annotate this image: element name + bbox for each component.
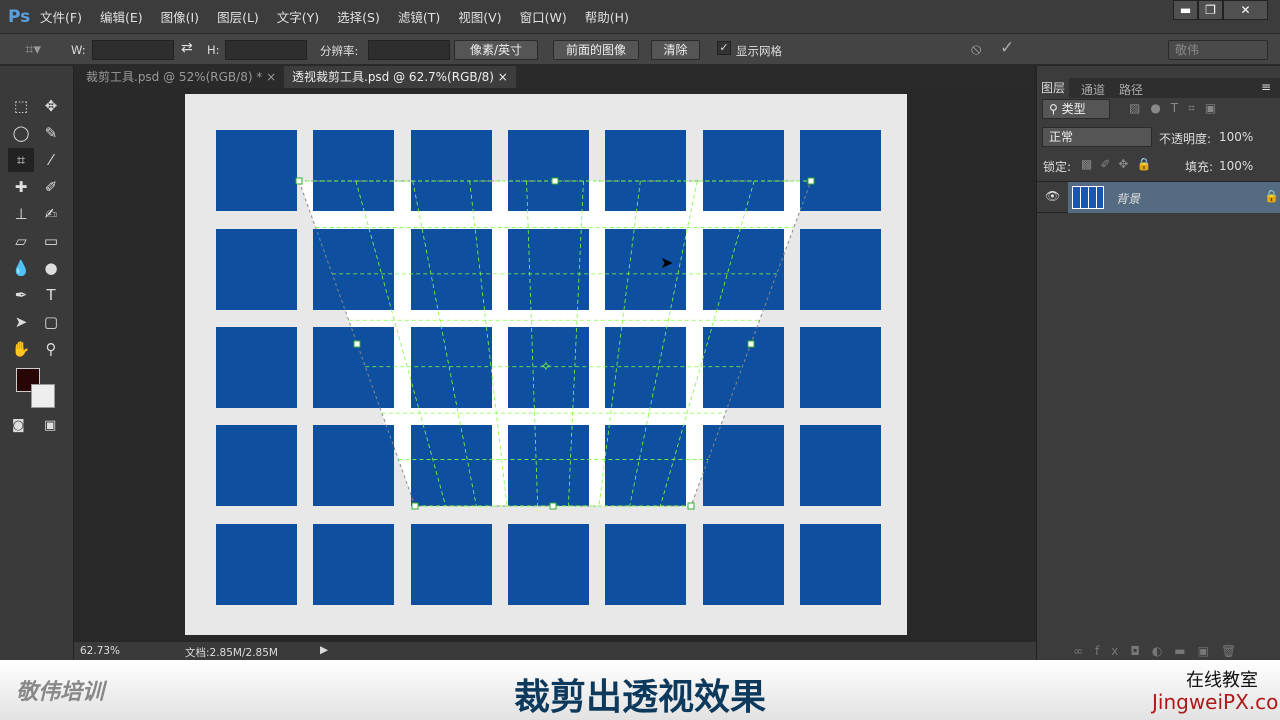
lock-icon: 🔒: [1264, 189, 1279, 203]
blue-tile: [411, 327, 492, 408]
blue-tile: [703, 327, 784, 408]
lock-label: 锁定:: [1043, 160, 1072, 174]
zoom-level[interactable]: 62.73%: [80, 645, 120, 657]
tab-paths[interactable]: 路径: [1119, 81, 1143, 98]
caption-title: 裁剪出透视效果: [513, 677, 766, 718]
filter-icons[interactable]: ▨●T⌗▣: [1129, 101, 1226, 116]
blue-tile: [411, 524, 492, 605]
status-menu-arrow-icon[interactable]: ▶: [320, 644, 328, 656]
filter-label: 类型: [1061, 102, 1086, 116]
blue-tile: [216, 327, 297, 408]
blue-tile: [800, 229, 881, 310]
blue-tile: [508, 524, 589, 605]
crop-handle[interactable]: [353, 340, 361, 348]
fill-label: 填充:: [1185, 160, 1214, 174]
blue-tile: [313, 229, 394, 310]
document-size: 文档:2.85M/2.85M: [185, 647, 278, 659]
blue-tile: [703, 130, 784, 211]
crop-handle[interactable]: [807, 177, 815, 185]
layer-row-background[interactable]: 👁 背景 🔒: [1037, 181, 1280, 213]
crop-handle[interactable]: [551, 177, 559, 185]
blend-mode-select[interactable]: 正常: [1042, 127, 1152, 147]
blue-tile: [703, 524, 784, 605]
crop-handle[interactable]: [687, 502, 695, 510]
blue-tile: [605, 327, 686, 408]
lock-icons[interactable]: ▩✐✥🔒: [1081, 157, 1159, 171]
mouse-cursor-icon: ➤: [660, 253, 673, 272]
blue-tile: [216, 425, 297, 506]
blue-tile: [508, 425, 589, 506]
panel-menu-icon[interactable]: ≡: [1261, 80, 1271, 94]
blue-tile: [508, 130, 589, 211]
opacity-input[interactable]: 100%: [1219, 130, 1253, 144]
caption-website: JingweiPX.com: [1152, 690, 1280, 714]
blue-tile: [703, 229, 784, 310]
blue-tile: [313, 130, 394, 211]
tab-channels[interactable]: 通道: [1081, 81, 1105, 98]
blue-tile: [313, 327, 394, 408]
layer-name[interactable]: 背景: [1116, 190, 1140, 207]
blue-tile: [703, 425, 784, 506]
blue-tile: [605, 425, 686, 506]
layer-actions-icons[interactable]: ∞fx◘◐▬▣🗑: [1073, 644, 1248, 658]
fill-input[interactable]: 100%: [1219, 159, 1253, 173]
blue-tile: [508, 229, 589, 310]
blue-tile: [313, 425, 394, 506]
blue-tile: [411, 229, 492, 310]
opacity-label: 不透明度:: [1159, 132, 1212, 146]
blue-tile: [800, 425, 881, 506]
blue-tile: [313, 524, 394, 605]
blue-tile: [605, 130, 686, 211]
tab-layers[interactable]: 图层: [1037, 78, 1069, 98]
caption-online-class: 在线教室: [1186, 670, 1258, 691]
crop-center-icon: ✧: [540, 359, 552, 375]
layer-filter-select[interactable]: ⚲ 类型: [1042, 99, 1110, 119]
blue-tile: [411, 130, 492, 211]
blue-tile: [411, 425, 492, 506]
video-caption-banner: 敬伟培训 裁剪出透视效果 在线教室 JingweiPX.com: [0, 660, 1280, 720]
blue-tile: [605, 229, 686, 310]
layers-panel: 图层 通道 路径 ≡ ⚲ 类型 ▨●T⌗▣ 正常 不透明度: 100% 锁定: …: [1036, 66, 1280, 660]
blue-tile: [800, 524, 881, 605]
blue-tile: [216, 229, 297, 310]
crop-handle[interactable]: [549, 502, 557, 510]
blue-tile: [216, 524, 297, 605]
blue-tile: [216, 130, 297, 211]
blue-tile: [800, 130, 881, 211]
crop-handle[interactable]: [295, 177, 303, 185]
crop-handle[interactable]: [747, 340, 755, 348]
visibility-eye-icon[interactable]: 👁: [1045, 189, 1060, 203]
blue-tile: [605, 524, 686, 605]
status-bar: 62.73% 文档:2.85M/2.85M ▶: [74, 642, 1036, 660]
blue-tile: [800, 327, 881, 408]
crop-handle[interactable]: [411, 502, 419, 510]
layer-thumbnail: [1072, 186, 1104, 209]
